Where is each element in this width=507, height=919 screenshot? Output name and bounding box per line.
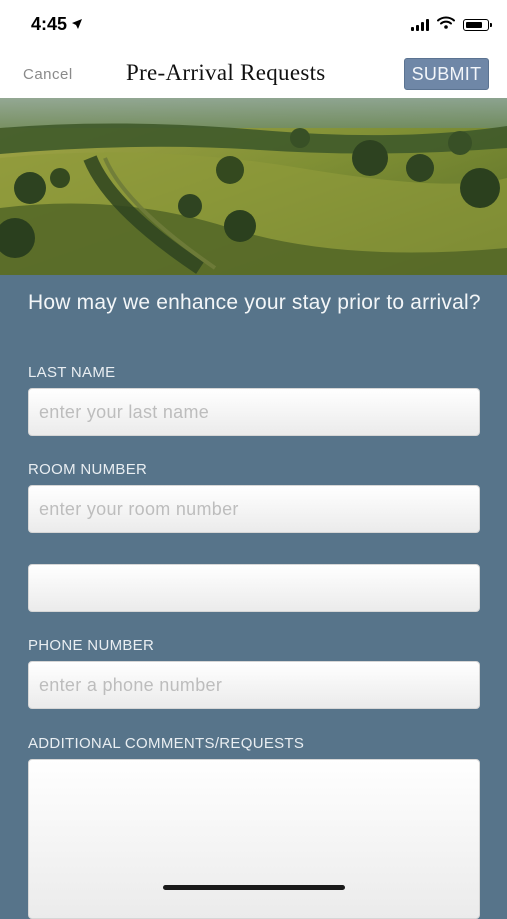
submit-button[interactable]: SUBMIT bbox=[404, 58, 489, 90]
wifi-icon bbox=[437, 16, 455, 34]
status-time: 4:45 bbox=[31, 14, 83, 35]
status-bar: 4:45 bbox=[0, 0, 507, 50]
comments-textarea[interactable] bbox=[28, 759, 480, 919]
last-name-input[interactable]: enter your last name bbox=[28, 388, 480, 436]
unlabeled-input[interactable] bbox=[28, 564, 480, 612]
last-name-label: LAST NAME bbox=[28, 364, 116, 381]
page-title: Pre-Arrival Requests bbox=[126, 60, 326, 85]
room-number-label: ROOM NUMBER bbox=[28, 461, 148, 478]
battery-icon bbox=[463, 19, 492, 31]
cancel-button[interactable]: Cancel bbox=[23, 66, 73, 83]
status-time-text: 4:45 bbox=[31, 14, 68, 34]
hero-image bbox=[0, 98, 507, 275]
phone-number-label: PHONE NUMBER bbox=[28, 637, 155, 654]
request-form: How may we enhance your stay prior to ar… bbox=[0, 275, 507, 919]
nav-bar: Cancel Pre-Arrival Requests SUBMIT bbox=[0, 50, 507, 98]
room-number-input[interactable]: enter your room number bbox=[28, 485, 480, 533]
status-icons bbox=[411, 16, 492, 34]
home-indicator[interactable] bbox=[163, 885, 345, 890]
comments-label: ADDITIONAL COMMENTS/REQUESTS bbox=[28, 735, 305, 752]
location-arrow-icon bbox=[71, 17, 83, 33]
cellular-signal-icon bbox=[411, 19, 429, 31]
form-question: How may we enhance your stay prior to ar… bbox=[28, 291, 481, 314]
phone-number-input[interactable]: enter a phone number bbox=[28, 661, 480, 709]
